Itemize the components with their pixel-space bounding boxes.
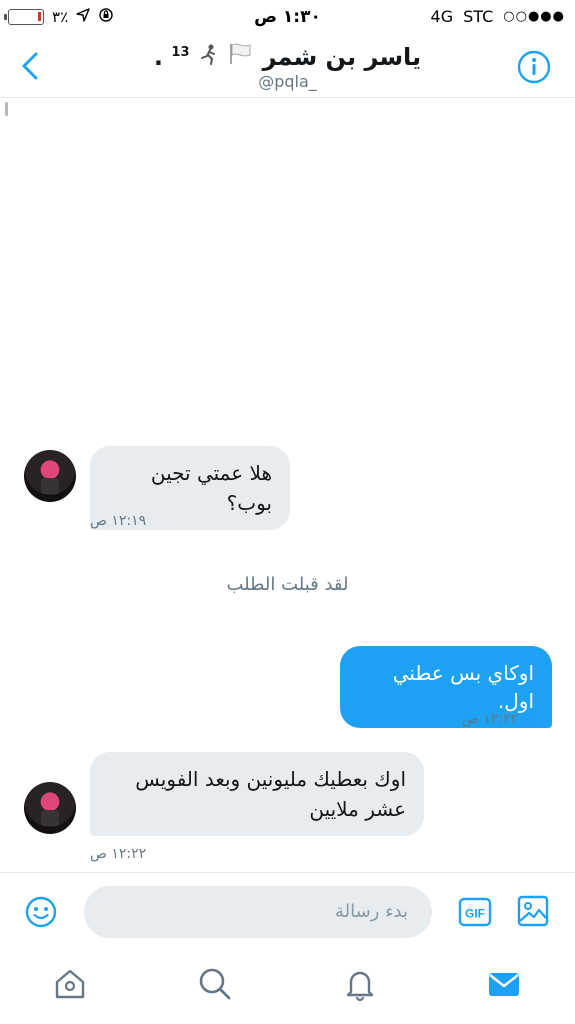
message-time: ١٢:٢٢ ص (462, 711, 519, 727)
gif-icon: GIF (458, 897, 492, 927)
carrier-name: STC (463, 7, 494, 26)
tab-messages[interactable] (486, 966, 522, 1002)
title-dot: . (153, 43, 164, 71)
flag-icon (220, 43, 254, 71)
conversation-title: ياسر بن شمر 13 . (100, 38, 475, 72)
read-check-icon: ✓ (524, 711, 536, 727)
tab-search[interactable] (197, 966, 233, 1002)
back-button[interactable] (16, 48, 46, 84)
network-type: 4G (430, 7, 454, 26)
message-composer: بدء رسالة GIF (0, 872, 575, 950)
status-right: 4G STC ○○●●● (431, 7, 565, 26)
gif-button[interactable]: GIF (458, 897, 492, 927)
tab-notifications[interactable] (342, 966, 378, 1002)
message-input[interactable]: بدء رسالة (84, 886, 432, 938)
info-icon (517, 50, 551, 84)
emoji-button[interactable] (24, 895, 58, 929)
search-icon (199, 968, 231, 1000)
conversation-header: ياسر بن شمر 13 . @pqla_ (0, 34, 575, 98)
gif-label: GIF (465, 907, 485, 921)
image-button[interactable] (517, 895, 549, 927)
info-button[interactable] (517, 50, 551, 84)
signal-icon: ○○●●● (503, 9, 565, 24)
smiley-icon (25, 896, 57, 928)
avatar[interactable] (24, 450, 76, 502)
message-bubble-incoming[interactable]: اوك بعطيك مليونين وبعد الفويس عشر ملايين (90, 752, 424, 836)
title-suffix: 13 (171, 45, 190, 60)
image-icon (517, 895, 549, 927)
message-timestamp: ١٢:٢٢ ص (90, 846, 147, 862)
avatar[interactable] (24, 782, 76, 834)
conversation-title-block[interactable]: ياسر بن شمر 13 . @pqla_ (100, 38, 475, 92)
title-text: ياسر بن شمر (262, 43, 422, 71)
message-timestamp: ✓ ١٢:٢٢ ص (462, 711, 536, 727)
chevron-left-icon (22, 52, 38, 80)
scroll-indicator (5, 102, 8, 116)
status-bar: ٪٣ ١:٣٠ ص 4G STC ○○●●● (0, 0, 575, 34)
conversation-handle: @pqla_ (258, 72, 317, 91)
system-message: لقد قبلت الطلب (226, 574, 349, 595)
tab-bar (0, 950, 575, 1024)
home-icon (55, 969, 85, 999)
runner-icon (190, 43, 220, 71)
bell-icon (346, 971, 374, 1002)
mail-icon (489, 973, 519, 996)
tab-home[interactable] (52, 966, 88, 1002)
message-timestamp: ١٢:١٩ ص (90, 513, 147, 529)
